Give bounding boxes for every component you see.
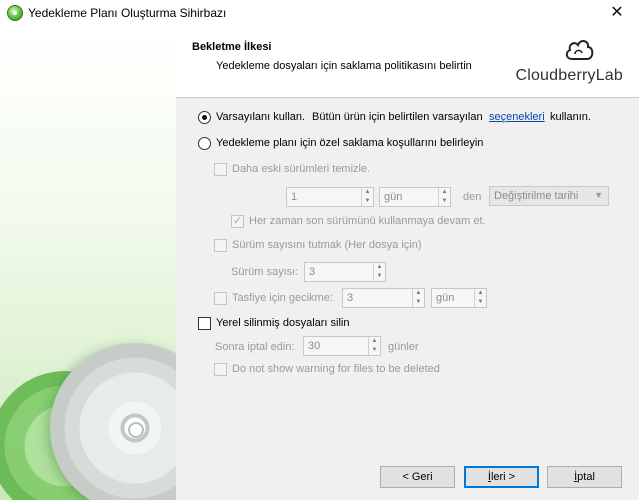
no-warning-checkbox[interactable] xyxy=(214,363,227,376)
date-basis-value: Değiştirilme tarihi xyxy=(494,190,579,202)
chevron-down-icon: ▼ xyxy=(594,190,603,200)
wizard-header: Bekletme İlkesi Yedekleme dosyaları için… xyxy=(176,27,639,97)
default-retention-description: Bütün ürün için belirtilen varsayılan xyxy=(312,111,483,123)
purge-delay-unit: gün xyxy=(436,292,455,304)
spin-down-icon[interactable]: ▼ xyxy=(413,298,424,307)
keep-version-count-label: Sürüm sayısını tutmak (Her dosya için) xyxy=(232,239,422,251)
spin-down-icon[interactable]: ▼ xyxy=(475,298,486,307)
cancel-after-spin[interactable]: ▲ ▼ xyxy=(368,337,380,355)
cloud-logo-icon xyxy=(565,40,594,60)
version-count-stepper[interactable]: 3 ▲ ▼ xyxy=(304,262,386,282)
spin-down-icon[interactable]: ▼ xyxy=(362,197,373,206)
spin-up-icon[interactable]: ▲ xyxy=(369,337,380,346)
purge-delay-checkbox[interactable] xyxy=(214,292,227,305)
cancel-after-value: 30 xyxy=(308,340,321,352)
keep-last-version-checkbox[interactable] xyxy=(231,214,244,228)
delete-old-spin[interactable]: ▲ ▼ xyxy=(361,188,373,206)
purge-delay-label: Tasfiye için gecikme: xyxy=(232,292,333,304)
spin-up-icon[interactable]: ▲ xyxy=(475,289,486,298)
spin-down-icon[interactable]: ▼ xyxy=(374,272,385,281)
window-title: Yedekleme Planı Oluşturma Sihirbazı xyxy=(28,6,227,20)
keep-version-count-checkbox[interactable] xyxy=(214,239,227,252)
spin-down-icon[interactable]: ▼ xyxy=(369,346,380,355)
default-retention-suffix: kullanın. xyxy=(550,111,591,123)
page-subtitle: Yedekleme dosyaları için saklama politik… xyxy=(216,60,472,72)
delete-old-versions-checkbox[interactable] xyxy=(214,163,227,176)
version-count-field-label: Sürüm sayısı: xyxy=(231,266,299,278)
spin-up-icon[interactable]: ▲ xyxy=(362,188,373,197)
keep-last-version-label: Her zaman son sürümünü kullanmaya devam … xyxy=(249,215,486,227)
den-label: den xyxy=(463,191,482,203)
cd-disc-graphic xyxy=(50,343,176,500)
cancel-after-stepper[interactable]: 30 ▲ ▼ xyxy=(303,336,381,356)
date-basis-dropdown[interactable]: Değiştirilme tarihi ▼ xyxy=(489,186,609,206)
delete-old-value: 1 xyxy=(291,191,298,203)
purge-delay-value-stepper[interactable]: 3 ▲ ▼ xyxy=(342,288,425,308)
spin-up-icon[interactable]: ▲ xyxy=(413,289,424,298)
delete-local-files-label[interactable]: Yerel silinmiş dosyaları silin xyxy=(216,317,349,329)
purge-delay-spin[interactable]: ▲ ▼ xyxy=(412,289,424,307)
spin-up-icon[interactable]: ▲ xyxy=(374,263,385,272)
brand-logo-text: CloudberryLab xyxy=(515,67,623,84)
disc-hole-graphic xyxy=(128,422,144,438)
spin-up-icon[interactable]: ▲ xyxy=(439,188,450,197)
title-bar: Yedekleme Planı Oluşturma Sihirbazı ✕ xyxy=(0,0,639,27)
custom-retention-radio[interactable] xyxy=(198,137,211,150)
wizard-side-panel xyxy=(0,27,176,500)
retention-settings-panel: Varsayılanı kullan. Bütün ürün için beli… xyxy=(176,98,639,500)
default-options-link[interactable]: seçenekleri xyxy=(489,111,545,123)
delete-old-unit-spin[interactable]: ▲ ▼ xyxy=(438,188,450,206)
back-button[interactable]: < Geri xyxy=(380,466,455,488)
no-warning-label: Do not show warning for files to be dele… xyxy=(232,363,440,375)
purge-delay-unit-spin[interactable]: ▲ ▼ xyxy=(474,289,486,307)
version-count-value: 3 xyxy=(309,266,316,278)
delete-old-value-stepper[interactable]: 1 ▲ ▼ xyxy=(286,187,374,207)
default-retention-radio[interactable] xyxy=(198,111,211,124)
default-retention-label[interactable]: Varsayılanı kullan. xyxy=(216,111,305,123)
cancel-after-label: Sonra iptal edin: xyxy=(215,341,295,353)
custom-retention-label[interactable]: Yedekleme planı için özel saklama koşull… xyxy=(216,137,483,149)
purge-delay-unit-stepper[interactable]: gün ▲ ▼ xyxy=(431,288,487,308)
cancel-after-unit: günler xyxy=(388,341,419,353)
app-disc-icon xyxy=(7,5,23,21)
cancel-button[interactable]: İptal xyxy=(547,466,622,488)
next-button[interactable]: İleri > xyxy=(464,466,539,488)
next-button-label: leri > xyxy=(490,471,516,483)
delete-old-unit-stepper[interactable]: gün ▲ ▼ xyxy=(379,187,451,207)
purge-delay-value: 3 xyxy=(347,292,354,304)
delete-old-versions-label: Daha eski sürümleri temizle. xyxy=(232,163,371,175)
page-title: Bekletme İlkesi xyxy=(192,41,272,53)
spin-down-icon[interactable]: ▼ xyxy=(439,197,450,206)
close-icon[interactable]: ✕ xyxy=(605,2,629,24)
version-count-spin[interactable]: ▲ ▼ xyxy=(373,263,385,281)
cancel-button-label: ptal xyxy=(577,471,595,483)
delete-local-files-checkbox[interactable] xyxy=(198,317,211,330)
delete-old-unit: gün xyxy=(384,191,403,203)
